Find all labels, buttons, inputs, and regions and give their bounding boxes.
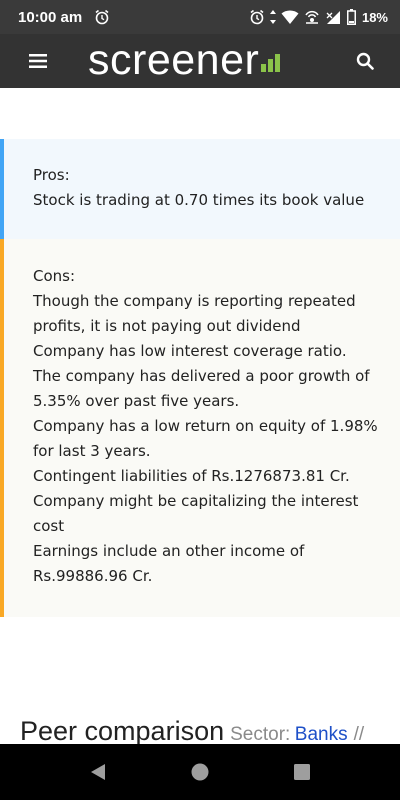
alarm-icon [95,9,109,25]
back-icon[interactable] [88,762,108,782]
data-arrows-icon [269,10,276,24]
pros-item: Stock is trading at 0.70 times its book … [33,191,365,209]
hotspot-icon [305,10,319,24]
battery-icon [346,9,356,25]
hamburger-menu-icon [29,54,47,68]
status-time: 10:00 am [18,8,83,26]
screener-logo[interactable]: screener [88,36,281,84]
cons-item: Company might be capitalizing the intere… [33,492,359,535]
search-button[interactable] [352,48,378,74]
cons-list: Though the company is reporting repeated… [33,289,386,589]
cons-item: Contingent liabilities of Rs.1276873.81 … [33,467,350,485]
recent-apps-icon[interactable] [292,762,312,782]
cons-item: Though the company is reporting repeated… [33,292,356,335]
app-bar: screener [0,34,400,88]
cons-card: Cons: Though the company is reporting re… [0,239,400,617]
pros-title: Pros: [33,166,70,184]
peer-comparison-heading: Peer comparison Sector: Banks// [20,716,364,747]
menu-button[interactable] [22,48,54,74]
cons-item: Earnings include an other income of Rs.9… [33,542,305,585]
battery-percent: 18% [361,9,388,25]
cons-item: Company has low interest coverage ratio. [33,342,347,360]
pros-card: Pros: Stock is trading at 0.70 times its… [0,139,400,239]
cons-title: Cons: [33,267,76,285]
home-icon[interactable] [190,762,210,782]
sector-label: Sector: [230,724,291,745]
cons-item: Company has a low return on equity of 1.… [33,417,378,460]
peer-comparison-title: Peer comparison [20,716,225,746]
signal-icon [326,11,340,24]
search-icon [356,52,374,70]
cons-item: The company has delivered a poor growth … [33,367,370,410]
wifi-icon [281,10,299,24]
logo-bars-icon [261,54,281,72]
breadcrumb-separator: // [353,724,365,745]
alarm-icon [250,9,264,25]
status-bar: 10:00 am 18% [0,0,400,34]
logo-text: screener [88,36,260,84]
system-nav-bar [0,744,400,800]
sector-link-banks[interactable]: Banks [295,724,348,745]
